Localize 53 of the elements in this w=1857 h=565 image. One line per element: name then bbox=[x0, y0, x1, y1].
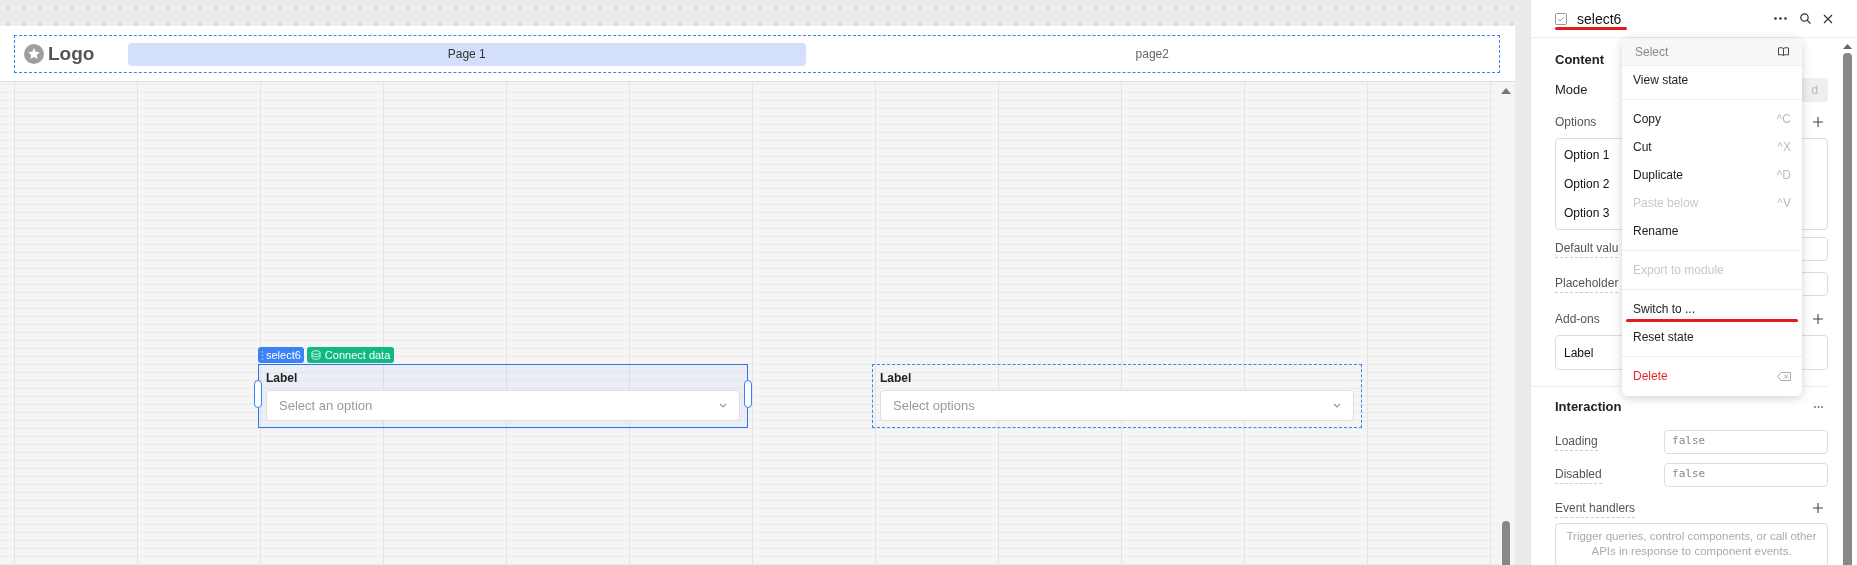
code-field[interactable]: false bbox=[1664, 462, 1829, 487]
menu-item[interactable]: Switch to ... bbox=[1622, 295, 1802, 323]
menu-item[interactable]: Rename bbox=[1622, 217, 1802, 245]
menu-item[interactable]: Duplicate ^D bbox=[1622, 161, 1802, 189]
property-label: Placeholder bbox=[1555, 274, 1619, 293]
shortcut-text: ^D bbox=[1776, 167, 1791, 184]
section-heading: Content bbox=[1555, 51, 1605, 70]
menu-item[interactable]: View state bbox=[1622, 66, 1802, 94]
menu-item[interactable]: Delete bbox=[1622, 362, 1802, 390]
section-heading: Interaction bbox=[1555, 398, 1622, 417]
more-icon[interactable] bbox=[1774, 17, 1787, 20]
component-frame[interactable]: Label Select options bbox=[872, 364, 1362, 428]
close-icon[interactable] bbox=[1823, 13, 1833, 24]
shortcut-text: ^V bbox=[1777, 195, 1791, 212]
menu-item[interactable]: Cut ^X bbox=[1622, 133, 1802, 161]
menu-item[interactable]: Reset state bbox=[1622, 323, 1802, 351]
scrollbar-thumb[interactable] bbox=[1502, 521, 1510, 565]
menu-header: Select bbox=[1635, 43, 1669, 61]
page-tab[interactable]: page2 bbox=[813, 42, 1491, 66]
property-label: Mode bbox=[1555, 81, 1588, 100]
chevron-down-icon bbox=[1333, 403, 1341, 408]
resize-handle[interactable] bbox=[744, 380, 752, 408]
scroll-up-icon[interactable] bbox=[1501, 88, 1511, 94]
component-name-tag[interactable]: select6 bbox=[258, 347, 304, 363]
page-tab[interactable]: Page 1 bbox=[128, 42, 806, 66]
property-label: Options bbox=[1555, 114, 1597, 131]
code-field[interactable]: false bbox=[1664, 429, 1829, 454]
scroll-up-icon[interactable] bbox=[1843, 44, 1853, 49]
property-label: Add-ons bbox=[1555, 310, 1600, 328]
event-handlers-hint: Trigger queries, control components, or call other APIs in response to component events. bbox=[1555, 523, 1829, 565]
database-icon bbox=[310, 350, 321, 360]
shortcut-text: ^X bbox=[1777, 139, 1791, 156]
plus-icon[interactable] bbox=[1813, 313, 1824, 324]
shortcut-text: ^C bbox=[1776, 111, 1791, 128]
backspace-icon bbox=[1777, 371, 1791, 381]
chevron-down-icon bbox=[719, 403, 727, 408]
checkbox-icon bbox=[1555, 12, 1567, 25]
property-label: Default valu bbox=[1555, 239, 1619, 258]
logo-text: Logo bbox=[48, 41, 96, 66]
scrollbar-thumb[interactable] bbox=[1843, 53, 1853, 565]
search-icon[interactable] bbox=[1800, 13, 1811, 24]
field-label: Label bbox=[266, 370, 299, 385]
field-label: Label bbox=[880, 370, 913, 385]
resize-handle[interactable] bbox=[254, 380, 262, 408]
component-title[interactable]: select6 bbox=[1577, 10, 1622, 27]
plus-icon[interactable] bbox=[1813, 117, 1824, 127]
menu-item[interactable]: Copy ^C bbox=[1622, 105, 1802, 133]
property-label: Event handlers bbox=[1555, 498, 1636, 518]
property-label: Disabled bbox=[1555, 465, 1602, 484]
book-icon[interactable] bbox=[1778, 47, 1789, 56]
property-label: Loading bbox=[1555, 432, 1598, 451]
drag-handle-icon[interactable] bbox=[261, 350, 264, 360]
plus-icon[interactable] bbox=[1813, 503, 1824, 513]
